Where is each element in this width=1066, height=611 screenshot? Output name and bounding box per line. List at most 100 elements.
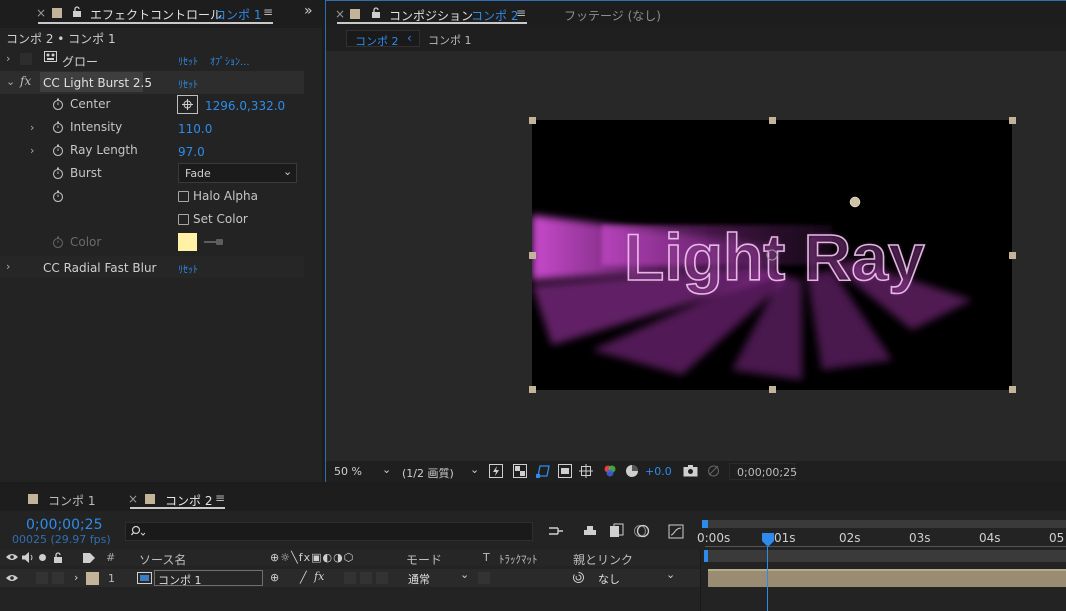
point-target-icon[interactable]	[177, 95, 198, 114]
transform-handle[interactable]	[529, 252, 536, 259]
switch-box[interactable]	[344, 572, 356, 584]
solo-toggle[interactable]	[52, 572, 64, 584]
fx-icon[interactable]: fx	[20, 74, 31, 88]
mask-visibility-icon[interactable]	[535, 463, 551, 479]
panel-menu-icon[interactable]: ≡	[516, 6, 526, 20]
eye-icon[interactable]	[6, 552, 18, 562]
layer-search-input[interactable]	[125, 522, 533, 541]
chevron-down-icon[interactable]: ⌄	[6, 75, 15, 88]
audio-toggle[interactable]	[36, 572, 48, 584]
parent-dropdown[interactable]: なし ⌄	[592, 568, 684, 586]
grid-guides-icon[interactable]	[579, 464, 593, 478]
speaker-icon[interactable]	[22, 552, 34, 563]
param-value-ray-length[interactable]: 97.0	[178, 145, 205, 159]
comp-viewer[interactable]: Light Ray Light Ray	[326, 51, 1066, 461]
shy-switch-icon[interactable]: ⊕	[270, 571, 279, 584]
expand-panels-icon[interactable]: »	[304, 3, 313, 19]
color-swatch[interactable]	[178, 233, 197, 251]
layer-row[interactable]: › 1 コンポ 1 ⊕ ╱ fx 通常 ⌄ なし ⌄	[0, 568, 700, 587]
set-color-checkbox[interactable]	[178, 214, 189, 225]
fast-preview-icon[interactable]	[489, 464, 503, 478]
transform-handle[interactable]	[769, 386, 776, 393]
param-value-center[interactable]: 1296.0,332.0	[205, 99, 285, 113]
tab-effect-controls-title[interactable]: エフェクトコントロール	[90, 6, 222, 23]
transform-handle[interactable]	[1009, 252, 1016, 259]
burst-dropdown[interactable]: Fade ⌄	[178, 163, 297, 183]
comp-mini-flowchart-icon[interactable]	[548, 524, 564, 538]
current-time-display[interactable]: 0;00;00;25	[729, 463, 797, 480]
stopwatch-icon[interactable]	[52, 167, 64, 179]
exposure-reset-icon[interactable]	[625, 464, 639, 478]
scrollbar-track[interactable]	[304, 48, 314, 478]
lock-icon[interactable]	[53, 552, 63, 564]
col-source-name[interactable]: ソース名	[139, 551, 186, 568]
transform-handle[interactable]	[1009, 386, 1016, 393]
transform-handle[interactable]	[1009, 117, 1016, 124]
tab-timeline-comp1[interactable]: コンポ 1	[48, 492, 95, 509]
playhead-icon[interactable]	[762, 533, 774, 547]
chevron-right-icon[interactable]: ›	[6, 260, 10, 273]
quality-switch[interactable]: ╱	[300, 571, 307, 584]
transform-handle[interactable]	[529, 386, 536, 393]
fx-toggle-box[interactable]	[20, 53, 32, 65]
comp-canvas[interactable]: Light Ray Light Ray	[532, 120, 1012, 390]
switch-box[interactable]	[376, 572, 388, 584]
frame-blending-icon[interactable]	[608, 523, 624, 539]
col-track-matte[interactable]: ﾄﾗｯｸﾏｯﾄ	[499, 551, 538, 567]
timeline-current-time[interactable]: 0;00;00;25	[26, 517, 103, 533]
effect-row-glow[interactable]: › グロー ﾘｾｯﾄ ｵﾌﾟｼｮﾝ...	[0, 48, 304, 70]
transparency-grid-icon[interactable]	[513, 464, 527, 478]
close-icon[interactable]: ×	[36, 6, 46, 20]
motion-blur-icon[interactable]	[634, 523, 650, 539]
chevron-right-icon[interactable]: ›	[74, 571, 78, 584]
transform-handle[interactable]	[529, 117, 536, 124]
camera-snapshot-icon[interactable]	[683, 464, 698, 477]
draft-3d-icon[interactable]	[582, 524, 598, 538]
options-link-glow[interactable]: ｵﾌﾟｼｮﾝ...	[210, 53, 250, 68]
resolution-dropdown[interactable]: (1/2 画質) ⌄	[398, 463, 482, 480]
solo-icon[interactable]	[39, 554, 46, 561]
mode-dropdown[interactable]: 通常 ⌄	[404, 568, 474, 586]
layer-duration-bar[interactable]	[708, 569, 1066, 587]
chevron-left-icon[interactable]: ‹	[407, 31, 412, 45]
close-icon[interactable]: ×	[128, 492, 138, 506]
graph-editor-icon[interactable]	[668, 523, 684, 539]
time-ruler[interactable]: 0:00s 01s 02s 03s 04s 05	[697, 517, 1066, 611]
tab-effect-controls-comp[interactable]: コンポ 1	[214, 6, 261, 23]
region-of-interest-icon[interactable]	[558, 464, 572, 478]
chevron-right-icon[interactable]: ›	[6, 52, 10, 65]
stopwatch-icon[interactable]	[52, 121, 64, 133]
color-channels-icon[interactable]	[603, 464, 617, 478]
exposure-value[interactable]: +0.0	[645, 465, 672, 478]
transform-handle[interactable]	[769, 117, 776, 124]
work-area-start[interactable]	[702, 520, 708, 528]
effect-row-light-burst[interactable]: ⌄ fx CC Light Burst 2.5 ﾘｾｯﾄ	[0, 71, 304, 93]
fx-switch[interactable]: fx	[314, 570, 324, 583]
close-icon[interactable]: ×	[335, 7, 345, 21]
stopwatch-icon[interactable]	[52, 144, 64, 156]
eye-icon[interactable]	[6, 573, 18, 583]
reset-link-light-burst[interactable]: ﾘｾｯﾄ	[178, 76, 198, 91]
switch-box[interactable]	[360, 572, 372, 584]
panel-menu-icon[interactable]: ≡	[263, 5, 273, 19]
col-parent[interactable]: 親とリンク	[573, 551, 633, 568]
lock-icon[interactable]	[72, 6, 82, 18]
param-value-intensity[interactable]: 110.0	[178, 122, 212, 136]
sub-tab-other[interactable]: コンポ 1	[428, 32, 472, 48]
show-snapshot-icon[interactable]	[706, 464, 721, 477]
layer-name-field[interactable]: コンポ 1	[154, 570, 263, 587]
label-tag-icon[interactable]	[83, 552, 96, 564]
sub-tab-active[interactable]: コンポ 2 ‹	[346, 30, 420, 48]
reset-link-radial-fast-blur[interactable]: ﾘｾｯﾄ	[178, 261, 198, 276]
reset-link-glow[interactable]: ﾘｾｯﾄ	[178, 53, 198, 68]
zoom-dropdown[interactable]: 50 % ⌄	[328, 463, 394, 480]
pickwhip-icon[interactable]	[572, 571, 585, 584]
tab-footage[interactable]: フッテージ (なし)	[564, 7, 661, 24]
col-mode[interactable]: モード	[406, 551, 442, 568]
layer-label-color[interactable]	[86, 572, 99, 585]
chevron-right-icon[interactable]: ›	[30, 121, 34, 134]
lock-icon[interactable]	[371, 7, 381, 19]
stopwatch-icon[interactable]	[52, 190, 64, 202]
effect-row-radial-fast-blur[interactable]: › CC Radial Fast Blur ﾘｾｯﾄ	[0, 256, 304, 278]
chevron-right-icon[interactable]: ›	[30, 144, 34, 157]
